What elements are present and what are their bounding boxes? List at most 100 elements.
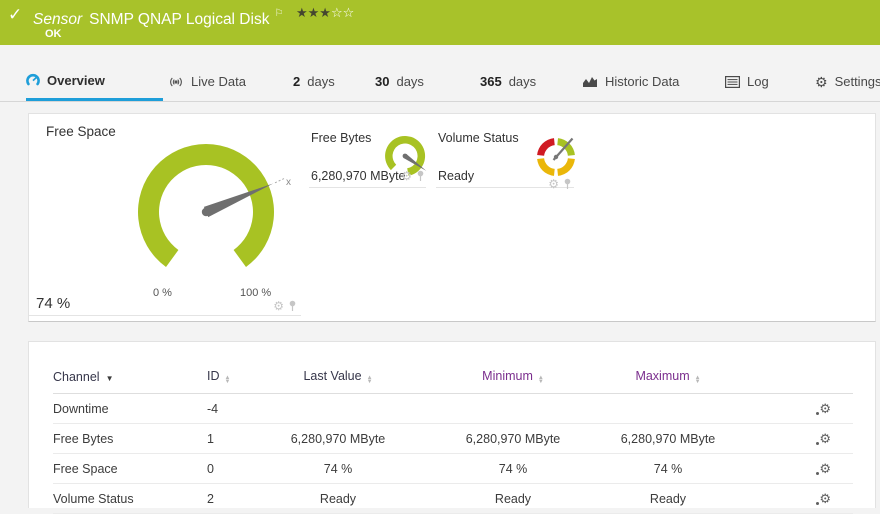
free-bytes-gauge-panel: Free Bytes 6,280,970 MByte ⚙ — [309, 122, 426, 188]
channel-id: -4 — [193, 394, 253, 424]
channel-last-value: Ready — [253, 484, 423, 514]
tab-2-days[interactable]: 2 days — [293, 62, 335, 101]
channel-minimum: Ready — [423, 484, 603, 514]
volume-status-gauge — [534, 135, 578, 179]
channel-maximum: 74 % — [603, 454, 733, 484]
channel-minimum — [423, 394, 603, 424]
sensor-title-line: Sensor SNMP QNAP Logical Disk ⚐ — [33, 8, 283, 29]
tab-log-label: Log — [747, 74, 769, 89]
pin-icon[interactable] — [416, 170, 425, 182]
column-header-id[interactable]: ID▲▼ — [193, 342, 253, 394]
tab-30-days-number: 30 — [375, 74, 389, 89]
table-header-row: Channel▼ ID▲▼ Last Value▲▼ Minimum▲▼ Max… — [53, 342, 853, 394]
channel-last-value — [253, 394, 423, 424]
gauge-settings-gear-icon[interactable]: ⚙ — [401, 170, 412, 182]
tab-2-days-label: days — [307, 74, 334, 89]
page-title: SNMP QNAP Logical Disk — [89, 11, 269, 28]
tab-bar: Overview Live Data 2 days 30 days 365 da… — [0, 62, 880, 102]
channel-minimum: 6,280,970 MByte — [423, 424, 603, 454]
tab-historic-data-label: Historic Data — [605, 74, 679, 89]
channel-last-value: 6,280,970 MByte — [253, 424, 423, 454]
channels-table-panel: Channel▼ ID▲▼ Last Value▲▼ Minimum▲▼ Max… — [28, 341, 876, 508]
channel-minimum: 74 % — [423, 454, 603, 484]
column-header-maximum[interactable]: Maximum▲▼ — [603, 342, 733, 394]
free-space-value: 74 % — [36, 295, 70, 312]
priority-stars[interactable]: ★★★☆☆ — [296, 5, 354, 21]
gauge-settings-gear-icon[interactable]: ⚙ — [273, 300, 284, 312]
tab-historic-data[interactable]: Historic Data — [582, 62, 679, 101]
gear-icon: ⚙ — [815, 75, 828, 89]
channel-maximum: 6,280,970 MByte — [603, 424, 733, 454]
table-row: Free Bytes 1 6,280,970 MByte 6,280,970 M… — [53, 424, 853, 454]
volume-status-value: Ready — [438, 169, 474, 183]
channel-settings-icon[interactable]: ⚙ — [819, 432, 831, 445]
status-ok-check-icon: ✓ — [8, 5, 22, 25]
tab-settings-label: Settings — [835, 74, 880, 89]
status-badge: OK — [45, 28, 62, 40]
channel-name: Free Bytes — [53, 424, 193, 454]
table-row: Free Space 0 74 % 74 % 74 % ⚙ — [53, 454, 853, 484]
tab-overview[interactable]: Overview — [26, 62, 163, 101]
sort-icon: ▲▼ — [225, 376, 231, 384]
volume-status-gauge-panel: Volume Status Ready ⚙ — [436, 122, 574, 188]
tab-30-days[interactable]: 30 days — [375, 62, 424, 101]
gauge-marker-x: x — [286, 177, 291, 188]
tab-30-days-label: days — [396, 74, 423, 89]
sort-desc-icon: ▼ — [106, 374, 114, 383]
gauges-panel: Free Space x 74 % 0 % 100 % ⚙ Free Bytes… — [28, 113, 876, 322]
sort-icon: ▲▼ — [367, 376, 373, 384]
column-header-last-value[interactable]: Last Value▲▼ — [253, 342, 423, 394]
tab-overview-label: Overview — [47, 73, 105, 88]
gauge-min-label: 0 % — [153, 287, 172, 299]
free-space-gauge-panel: Free Space x 74 % 0 % 100 % ⚙ — [29, 114, 301, 316]
tab-settings[interactable]: ⚙ Settings — [815, 62, 880, 101]
sensor-kind-label: Sensor — [33, 11, 82, 28]
historic-data-icon — [582, 75, 598, 88]
channel-settings-icon[interactable]: ⚙ — [819, 492, 831, 505]
channel-maximum — [603, 394, 733, 424]
channel-maximum: Ready — [603, 484, 733, 514]
channel-name: Free Space — [53, 454, 193, 484]
tab-2-days-number: 2 — [293, 74, 300, 89]
channel-name: Downtime — [53, 394, 193, 424]
channel-settings-icon[interactable]: ⚙ — [819, 402, 831, 415]
stars-filled[interactable]: ★★★ — [296, 5, 331, 20]
pin-icon[interactable] — [288, 300, 297, 312]
column-header-actions — [733, 342, 853, 394]
panel-actions: ⚙ — [273, 300, 297, 312]
column-header-minimum[interactable]: Minimum▲▼ — [423, 342, 603, 394]
priority-flag-icon[interactable]: ⚐ — [274, 8, 283, 19]
log-icon — [725, 76, 740, 88]
pin-icon[interactable] — [563, 178, 572, 190]
sort-icon: ▲▼ — [695, 376, 701, 384]
column-header-channel[interactable]: Channel▼ — [53, 342, 193, 394]
panel-actions: ⚙ — [548, 178, 572, 190]
channel-last-value: 74 % — [253, 454, 423, 484]
channels-table: Channel▼ ID▲▼ Last Value▲▼ Minimum▲▼ Max… — [53, 342, 853, 514]
live-data-icon — [168, 75, 184, 89]
gauge-settings-gear-icon[interactable]: ⚙ — [548, 178, 559, 190]
table-row: Volume Status 2 Ready Ready Ready ⚙ — [53, 484, 853, 514]
stars-empty[interactable]: ☆☆ — [331, 5, 354, 20]
sensor-header: ✓ Sensor SNMP QNAP Logical Disk ⚐ ★★★☆☆ OK — [0, 0, 880, 45]
tab-log[interactable]: Log — [725, 62, 769, 101]
tab-365-days-number: 365 — [480, 74, 502, 89]
table-row: Downtime -4 ⚙ — [53, 394, 853, 424]
channel-name: Volume Status — [53, 484, 193, 514]
channel-id: 1 — [193, 424, 253, 454]
tab-365-days[interactable]: 365 days — [480, 62, 536, 101]
tab-live-data-label: Live Data — [191, 74, 246, 89]
free-space-gauge: x — [122, 134, 300, 294]
channel-id: 2 — [193, 484, 253, 514]
tab-live-data[interactable]: Live Data — [168, 62, 246, 101]
gauge-max-label: 100 % — [240, 287, 271, 299]
free-space-title: Free Space — [46, 124, 116, 139]
tab-365-days-label: days — [509, 74, 536, 89]
volume-status-title: Volume Status — [438, 131, 519, 145]
free-bytes-title: Free Bytes — [311, 131, 371, 145]
panel-actions: ⚙ — [401, 170, 425, 182]
sort-icon: ▲▼ — [538, 376, 544, 384]
channel-id: 0 — [193, 454, 253, 484]
channel-settings-icon[interactable]: ⚙ — [819, 462, 831, 475]
gauge-icon — [26, 73, 40, 87]
